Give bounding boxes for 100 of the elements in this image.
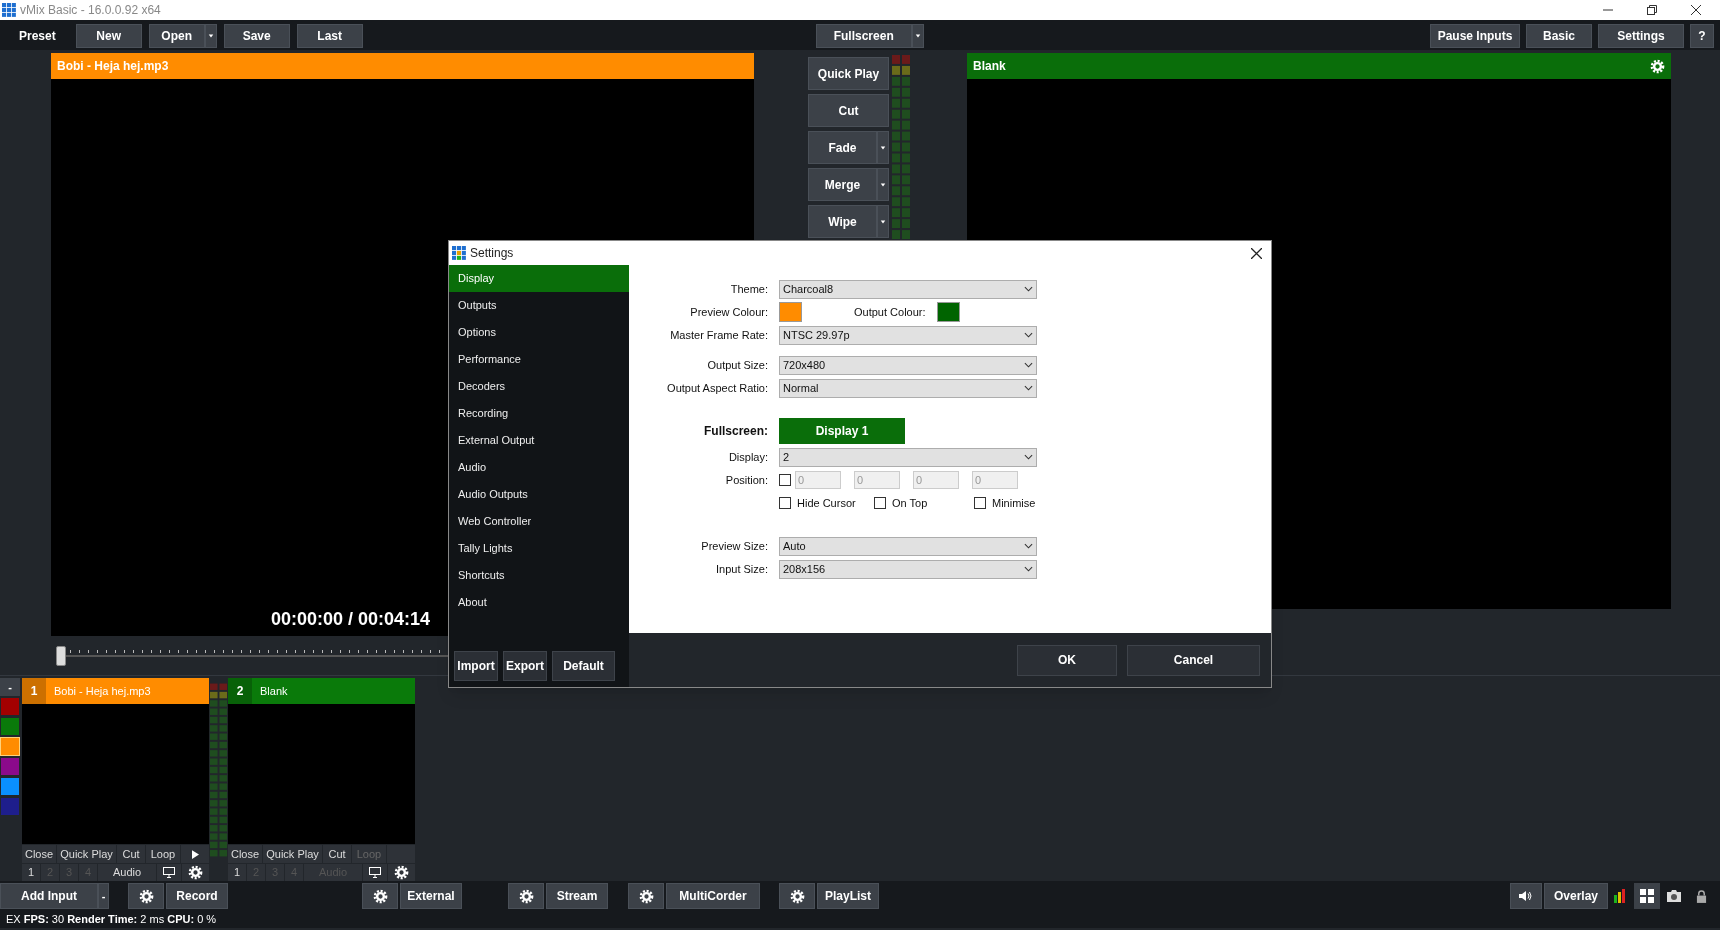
checkbox[interactable]	[779, 497, 791, 509]
input-control-button[interactable]: Quick Play	[263, 845, 322, 863]
toolbar-button[interactable]: PlayList	[817, 883, 879, 909]
settings-icon[interactable]	[188, 865, 203, 880]
settings-nav-item[interactable]: Performance	[449, 346, 629, 373]
checkbox[interactable]	[974, 497, 986, 509]
input-control-button[interactable]: Close	[228, 845, 262, 863]
settings-nav-item[interactable]: Display	[449, 265, 629, 292]
dropdown-field[interactable]: Auto	[779, 536, 1037, 556]
bus-button[interactable]: 1	[228, 864, 246, 881]
field-label: Output Aspect Ratio:	[667, 381, 768, 394]
dropdown-field[interactable]: 208x156	[779, 559, 1037, 579]
dialog-button[interactable]: Default	[552, 651, 615, 681]
toolbar-button[interactable]: Save	[223, 24, 290, 48]
toolbar-button[interactable]: Fade	[808, 131, 877, 164]
grid-icon[interactable]	[1640, 889, 1654, 903]
toolbar-button[interactable]: Overlay	[1544, 883, 1608, 909]
settings-nav-item[interactable]: Outputs	[449, 292, 629, 319]
play-button[interactable]	[181, 845, 209, 863]
input-control-button[interactable]: Quick Play	[57, 845, 116, 863]
settings-nav-item[interactable]: Tally Lights	[449, 535, 629, 562]
camera-icon[interactable]	[1667, 890, 1681, 902]
monitor-icon[interactable]	[369, 867, 381, 878]
close-icon[interactable]	[1250, 247, 1262, 259]
color-swatch[interactable]	[779, 302, 802, 322]
dialog-button[interactable]: OK	[1017, 644, 1117, 676]
color-filter-button[interactable]	[0, 797, 20, 816]
settings-button[interactable]	[362, 883, 398, 909]
settings-nav-item[interactable]: Audio Outputs	[449, 481, 629, 508]
toolbar-button[interactable]: Quick Play	[808, 57, 889, 90]
color-filter-button[interactable]	[0, 777, 20, 796]
dialog-button[interactable]: Export	[503, 651, 547, 681]
settings-icon[interactable]	[1650, 58, 1665, 74]
toolbar-button[interactable]: Settings	[1598, 24, 1684, 48]
collapse-button[interactable]: -	[0, 678, 20, 696]
toolbar-button[interactable]: Basic	[1526, 24, 1592, 48]
settings-nav-item[interactable]: Audio	[449, 454, 629, 481]
audio-meter-icon[interactable]	[1614, 889, 1628, 903]
settings-button[interactable]	[128, 883, 164, 909]
input-control-button[interactable]: Close	[22, 845, 56, 863]
dialog-button[interactable]: Import	[454, 651, 498, 681]
status-text: EX FPS: 30 Render Time: 2 ms CPU: 0 %	[6, 911, 217, 927]
timecode-text: 00:00:00 / 00:04:14	[271, 608, 431, 631]
dropdown-button[interactable]	[877, 168, 889, 201]
dropdown-field[interactable]: 720x480	[779, 355, 1037, 375]
toolbar-button[interactable]: External	[400, 883, 462, 909]
monitor-icon[interactable]	[163, 867, 175, 878]
settings-icon[interactable]	[394, 865, 409, 880]
settings-nav-item[interactable]: External Output	[449, 427, 629, 454]
toolbar-button[interactable]: Add Input	[0, 883, 98, 909]
settings-button[interactable]	[779, 883, 815, 909]
dropdown-field[interactable]: Charcoal8	[779, 279, 1037, 299]
restore-icon[interactable]	[1647, 5, 1657, 15]
settings-nav-item[interactable]: Recording	[449, 400, 629, 427]
toolbar-button[interactable]: Fullscreen	[815, 24, 912, 48]
close-icon[interactable]	[1691, 5, 1701, 15]
seek-slider[interactable]	[56, 646, 66, 666]
dropdown-button[interactable]	[877, 205, 889, 238]
checkbox[interactable]	[779, 474, 791, 486]
fullscreen-display-button[interactable]: Display 1	[779, 418, 905, 444]
toolbar-button[interactable]: Merge	[808, 168, 877, 201]
lock-icon[interactable]	[1695, 889, 1707, 903]
input-control-button[interactable]: Cut	[117, 845, 145, 863]
settings-button[interactable]	[508, 883, 544, 909]
dropdown-field[interactable]: Normal	[779, 378, 1037, 398]
toolbar-button[interactable]: MultiCorder	[666, 883, 760, 909]
toolbar-button[interactable]: Record	[166, 883, 228, 909]
checkbox[interactable]	[874, 497, 886, 509]
color-filter-button[interactable]	[0, 757, 20, 776]
settings-nav-item[interactable]: Web Controller	[449, 508, 629, 535]
app-logo-icon	[452, 246, 466, 260]
bus-button[interactable]: 1	[22, 864, 40, 881]
color-swatch[interactable]	[936, 302, 960, 322]
dropdown-field[interactable]: NTSC 29.97p	[779, 325, 1037, 345]
toolbar-button[interactable]: Stream	[546, 883, 608, 909]
input-number: 1	[22, 678, 46, 704]
play-icon[interactable]	[191, 848, 199, 860]
settings-nav-item[interactable]: Shortcuts	[449, 562, 629, 589]
dialog-button[interactable]: Cancel	[1127, 644, 1260, 676]
toolbar-button[interactable]: ?	[1690, 24, 1714, 48]
color-filter-button[interactable]	[0, 717, 20, 736]
speaker-button[interactable]	[1510, 883, 1542, 909]
dropdown-field[interactable]: 2	[779, 447, 1037, 467]
settings-nav-item[interactable]: About	[449, 589, 629, 616]
dropdown-button[interactable]	[877, 131, 889, 164]
color-filter-button[interactable]	[0, 697, 20, 716]
toolbar-button[interactable]: Cut	[808, 94, 889, 127]
settings-nav-item[interactable]: Decoders	[449, 373, 629, 400]
checkbox-label: Hide Cursor	[797, 495, 856, 511]
audio-button[interactable]: Audio	[98, 864, 156, 881]
toolbar-button[interactable]: Last	[296, 24, 363, 48]
toolbar-button[interactable]: Open	[148, 24, 205, 48]
toolbar-button[interactable]: Wipe	[808, 205, 877, 238]
input-control-button[interactable]: Loop	[146, 845, 180, 863]
input-control-button[interactable]: Cut	[323, 845, 351, 863]
settings-nav-item[interactable]: Options	[449, 319, 629, 346]
toolbar-button[interactable]: Pause Inputs	[1430, 24, 1520, 48]
dropdown-button[interactable]: -	[98, 883, 109, 909]
toolbar-button[interactable]: New	[75, 24, 142, 48]
settings-button[interactable]	[628, 883, 664, 909]
